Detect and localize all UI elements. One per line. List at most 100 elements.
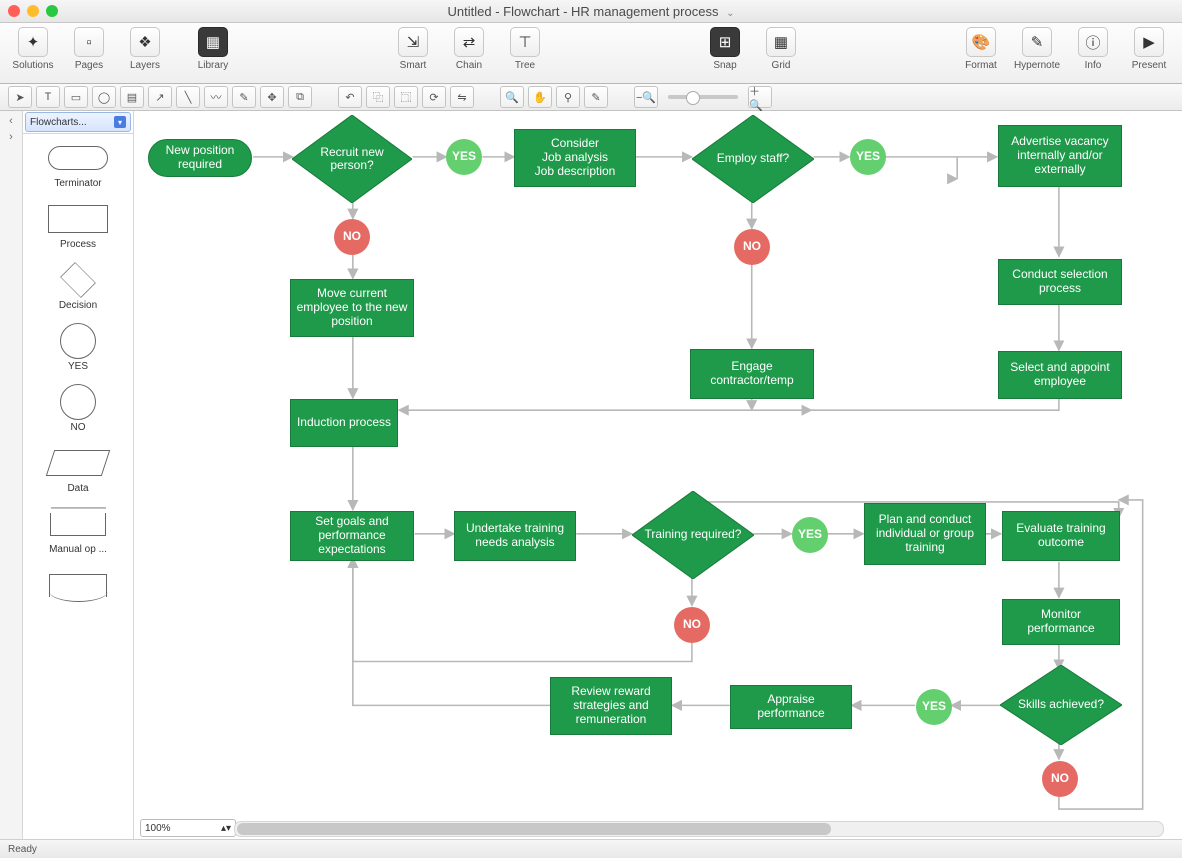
zoom-out-button[interactable]: −🔍: [634, 86, 658, 108]
ungroup-button[interactable]: ⿹: [394, 86, 418, 108]
undo-button[interactable]: ↶: [338, 86, 362, 108]
grid-button[interactable]: ▦Grid: [758, 27, 804, 71]
node-undertake[interactable]: Undertake training needs analysis: [454, 511, 576, 561]
dropper-tool[interactable]: ✎: [584, 86, 608, 108]
node-employ-decision[interactable]: Employ staff?: [692, 115, 814, 203]
crop-tool[interactable]: ⧉: [288, 86, 312, 108]
library-label: Library: [198, 60, 229, 71]
node-move[interactable]: Move current employee to the new positio…: [290, 279, 414, 337]
node-evaluate[interactable]: Evaluate training outcome: [1002, 511, 1120, 561]
chain-label: Chain: [456, 60, 482, 71]
arrow-tool[interactable]: ↗: [148, 86, 172, 108]
canvas-area: New position required Recruit new person…: [134, 111, 1182, 839]
node-advertise[interactable]: Advertise vacancy internally and/or exte…: [998, 125, 1122, 187]
shape-document[interactable]: [23, 569, 133, 605]
hand-tool[interactable]: ✋: [528, 86, 552, 108]
node-label: Training required?: [639, 528, 748, 541]
group-button[interactable]: ⿻: [366, 86, 390, 108]
present-button[interactable]: ▶Present: [1126, 27, 1172, 71]
connector-yes[interactable]: YES: [792, 517, 828, 553]
hypernote-button[interactable]: ✎Hypernote: [1014, 27, 1060, 71]
shape-label: YES: [68, 361, 88, 372]
node-consider[interactable]: Consider Job analysis Job description: [514, 129, 636, 187]
node-label: Conduct selection process: [1003, 268, 1117, 296]
shape-decision[interactable]: Decision: [23, 264, 133, 311]
pages-label: Pages: [75, 60, 103, 71]
connector-yes[interactable]: YES: [916, 689, 952, 725]
window-title: Untitled - Flowchart - HR management pro…: [0, 4, 1182, 19]
nav-fwd-icon[interactable]: ›: [9, 131, 13, 143]
solutions-label: Solutions: [12, 60, 53, 71]
node-start[interactable]: New position required: [148, 139, 252, 177]
zoom-in-button[interactable]: ＋🔍: [748, 86, 772, 108]
shape-process[interactable]: Process: [23, 203, 133, 250]
layers-button[interactable]: ❖Layers: [122, 27, 168, 71]
shape-data[interactable]: Data: [23, 447, 133, 494]
connector-no[interactable]: NO: [334, 219, 370, 255]
eyedrop-tool[interactable]: ⚲: [556, 86, 580, 108]
snap-button[interactable]: ⊞Snap: [702, 27, 748, 71]
node-review[interactable]: Review reward strategies and remuneratio…: [550, 677, 672, 735]
shape-no[interactable]: NO: [23, 386, 133, 433]
flip-button[interactable]: ⇋: [450, 86, 474, 108]
node-label: New position required: [153, 144, 247, 172]
node-induction[interactable]: Induction process: [290, 399, 398, 447]
chevron-down-icon[interactable]: ⌄: [726, 8, 734, 19]
node-label: Advertise vacancy internally and/or exte…: [1003, 135, 1117, 176]
rotate-button[interactable]: ⟳: [422, 86, 446, 108]
magnify-tool[interactable]: 🔍: [500, 86, 524, 108]
shape-label: Manual op ...: [49, 544, 107, 555]
node-recruit-decision[interactable]: Recruit new person?: [292, 115, 412, 203]
connector-no[interactable]: NO: [734, 229, 770, 265]
node-conduct[interactable]: Conduct selection process: [998, 259, 1122, 305]
curve-tool[interactable]: 〰: [204, 86, 228, 108]
format-button[interactable]: 🎨Format: [958, 27, 1004, 71]
side-nav: ‹ ›: [0, 111, 23, 839]
shape-yes[interactable]: YES: [23, 325, 133, 372]
connector-yes[interactable]: YES: [446, 139, 482, 175]
node-monitor[interactable]: Monitor performance: [1002, 599, 1120, 645]
node-setgoals[interactable]: Set goals and performance expectations: [290, 511, 414, 561]
status-text: Ready: [8, 844, 37, 855]
node-engage[interactable]: Engage contractor/temp: [690, 349, 814, 399]
smart-button[interactable]: ⇲Smart: [390, 27, 436, 71]
table-tool[interactable]: ▤: [120, 86, 144, 108]
connector-no[interactable]: NO: [1042, 761, 1078, 797]
shape-label: Process: [60, 239, 96, 250]
minimize-icon[interactable]: [27, 5, 39, 17]
shape-terminator[interactable]: Terminator: [23, 142, 133, 189]
close-icon[interactable]: [8, 5, 20, 17]
zoom-slider[interactable]: [668, 95, 738, 99]
text-tool[interactable]: T: [36, 86, 60, 108]
node-label: NO: [743, 240, 761, 254]
zoom-icon[interactable]: [46, 5, 58, 17]
connector-no[interactable]: NO: [674, 607, 710, 643]
smart-label: Smart: [400, 60, 427, 71]
stepper-icon[interactable]: ▴▾: [221, 823, 231, 834]
node-select[interactable]: Select and appoint employee: [998, 351, 1122, 399]
zoom-field[interactable]: 100% ▴▾: [140, 819, 236, 837]
horizontal-scrollbar[interactable]: [234, 821, 1164, 837]
node-training-decision[interactable]: Training required?: [632, 491, 754, 579]
pen-tool[interactable]: ✎: [232, 86, 256, 108]
line-tool[interactable]: ╲: [176, 86, 200, 108]
library-button[interactable]: ▦Library: [190, 27, 236, 71]
node-skills-decision[interactable]: Skills achieved?: [1000, 665, 1122, 745]
rect-tool[interactable]: ▭: [64, 86, 88, 108]
info-button[interactable]: ⓘInfo: [1070, 27, 1116, 71]
node-appraise[interactable]: Appraise performance: [730, 685, 852, 729]
canvas[interactable]: New position required Recruit new person…: [134, 111, 1182, 839]
stamp-tool[interactable]: ✥: [260, 86, 284, 108]
nav-back-icon[interactable]: ‹: [9, 115, 13, 127]
chain-button[interactable]: ⇄Chain: [446, 27, 492, 71]
connector-yes[interactable]: YES: [850, 139, 886, 175]
node-plan[interactable]: Plan and conduct individual or group tra…: [864, 503, 986, 565]
pages-button[interactable]: ▫Pages: [66, 27, 112, 71]
ellipse-tool[interactable]: ◯: [92, 86, 116, 108]
solutions-button[interactable]: ✦Solutions: [10, 27, 56, 71]
shape-manual-op[interactable]: Manual op ...: [23, 508, 133, 555]
pointer-tool[interactable]: ➤: [8, 86, 32, 108]
library-selector[interactable]: Flowcharts... ▾: [25, 112, 131, 132]
tree-button[interactable]: ⊤Tree: [502, 27, 548, 71]
library-selector-label: Flowcharts...: [30, 117, 87, 128]
